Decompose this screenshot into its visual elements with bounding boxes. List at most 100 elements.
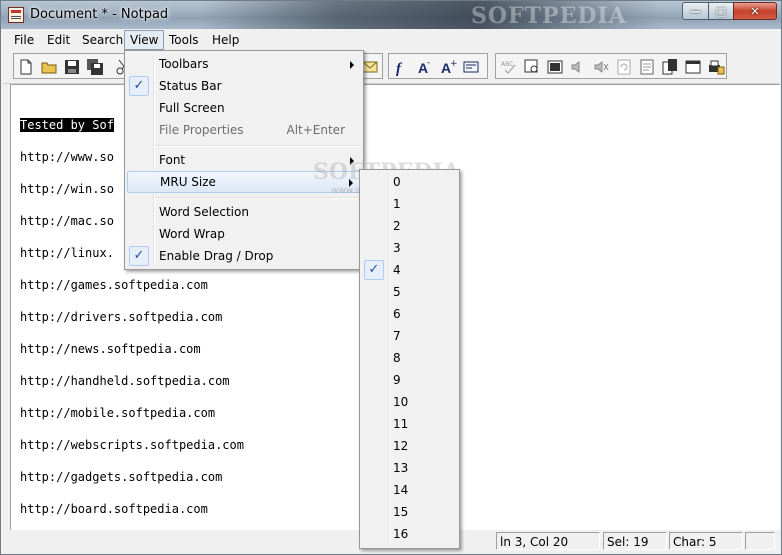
properties-button[interactable] xyxy=(637,57,657,77)
new-file-button[interactable] xyxy=(16,57,36,77)
mru-option[interactable]: 13 xyxy=(362,457,457,479)
font-f-icon: f xyxy=(396,61,403,76)
checkmark-icon: ✓ xyxy=(364,260,384,280)
speaker-button[interactable] xyxy=(568,57,588,77)
mru-option-label: 16 xyxy=(393,527,409,541)
speaker-stop-button[interactable] xyxy=(591,57,611,77)
view-file-properties-label: File Properties xyxy=(159,123,244,137)
print-button[interactable] xyxy=(706,57,726,77)
mru-option[interactable]: 11 xyxy=(362,413,457,435)
view-toolbars-label: Toolbars xyxy=(159,57,209,71)
editor-line-2[interactable]: http://www.so xyxy=(20,150,114,164)
menu-separator xyxy=(155,145,361,147)
mru-option[interactable]: 10 xyxy=(362,391,457,413)
mru-option[interactable]: 16 xyxy=(362,523,457,545)
editor-line-10[interactable]: http://mobile.softpedia.com xyxy=(20,406,215,420)
mru-option-label: 0 xyxy=(393,175,401,189)
word-wrap-button[interactable] xyxy=(461,57,481,77)
view-enable-drag-drop[interactable]: ✓ Enable Drag / Drop xyxy=(127,245,361,267)
font-button[interactable]: f xyxy=(392,57,412,77)
decrease-font-button[interactable]: A- xyxy=(415,57,435,77)
editor-line-5[interactable]: http://linux. xyxy=(20,246,114,260)
fullscreen-button[interactable] xyxy=(545,57,565,77)
mru-option-label: 2 xyxy=(393,219,401,233)
close-button[interactable]: ✕ xyxy=(733,2,777,20)
save-button[interactable] xyxy=(62,57,82,77)
editor-line-6[interactable]: http://games.softpedia.com xyxy=(20,278,208,292)
mru-option[interactable]: 8 xyxy=(362,347,457,369)
view-status-bar[interactable]: ✓ Status Bar xyxy=(127,75,361,97)
mru-option-label: 5 xyxy=(393,285,401,299)
view-word-selection-label: Word Selection xyxy=(159,205,249,219)
mru-option[interactable]: 2 xyxy=(362,215,457,237)
mru-option[interactable]: 5 xyxy=(362,281,457,303)
view-word-wrap-label: Word Wrap xyxy=(159,227,225,241)
word-wrap-icon xyxy=(463,61,479,73)
mru-option[interactable]: 3 xyxy=(362,237,457,259)
mru-option[interactable]: 9 xyxy=(362,369,457,391)
maximize-button[interactable]: □ xyxy=(708,2,734,20)
menu-view[interactable]: View xyxy=(124,30,165,50)
copy-button[interactable] xyxy=(660,57,680,77)
spellcheck-icon: ABC xyxy=(501,61,516,74)
title-bar[interactable]: SOFTPEDIA Document * - Notpad — □ ✕ xyxy=(1,1,781,29)
editor-line-1[interactable]: Tested by Sof xyxy=(20,118,114,132)
editor-line-7[interactable]: http://drivers.softpedia.com xyxy=(20,310,222,324)
window-icon xyxy=(685,60,701,74)
close-icon: ✕ xyxy=(750,4,760,18)
editor-line-3[interactable]: http://win.so xyxy=(20,182,114,196)
mru-option[interactable]: 12 xyxy=(362,435,457,457)
save-all-icon xyxy=(87,59,103,75)
mru-option[interactable]: 15 xyxy=(362,501,457,523)
find-button[interactable] xyxy=(522,57,542,77)
view-file-properties-shortcut: Alt+Enter xyxy=(286,123,345,137)
refresh-button[interactable] xyxy=(614,57,634,77)
view-file-properties: File Properties Alt+Enter xyxy=(127,119,361,141)
mru-option-label: 6 xyxy=(393,307,401,321)
menu-tools[interactable]: Tools xyxy=(164,31,204,49)
toolbar-group-tools: ABC xyxy=(495,53,727,79)
menu-bar: File Edit Search View Tools Help xyxy=(3,29,779,51)
menu-file[interactable]: File xyxy=(9,31,39,49)
open-folder-icon xyxy=(41,62,57,74)
mru-option-checked[interactable]: ✓ 4 xyxy=(362,259,457,281)
menu-edit[interactable]: Edit xyxy=(42,31,75,49)
mru-option[interactable]: 0 xyxy=(362,171,457,193)
view-full-screen[interactable]: Full Screen xyxy=(127,97,361,119)
menu-search[interactable]: Search xyxy=(77,31,128,49)
svg-text:+: + xyxy=(450,59,457,69)
spellcheck-button[interactable]: ABC xyxy=(499,57,519,77)
mru-option[interactable]: 6 xyxy=(362,303,457,325)
open-file-button[interactable] xyxy=(39,57,59,77)
caption-buttons: — □ ✕ xyxy=(682,2,777,20)
view-enable-drag-drop-label: Enable Drag / Drop xyxy=(159,249,274,263)
editor-line-9[interactable]: http://handheld.softpedia.com xyxy=(20,374,230,388)
mru-option[interactable]: 1 xyxy=(362,193,457,215)
status-selection: Sel: 19 xyxy=(603,532,667,550)
view-word-wrap[interactable]: Word Wrap xyxy=(127,223,361,245)
editor-line-13[interactable]: http://board.softpedia.com xyxy=(20,502,208,516)
editor-line-11[interactable]: http://webscripts.softpedia.com xyxy=(20,438,244,452)
mru-option-label: 10 xyxy=(393,395,409,409)
mru-option-label: 11 xyxy=(393,417,409,431)
increase-font-button[interactable]: A + xyxy=(438,57,458,77)
mru-option[interactable]: 14 xyxy=(362,479,457,501)
toolbar: f A- A + ABC xyxy=(3,51,779,84)
view-mru-size-label: MRU Size xyxy=(160,175,216,189)
mru-size-menu: 0 1 2 3 ✓ 4 5 6 7 8 9 10 11 12 13 14 15 1… xyxy=(359,169,460,549)
editor-line-12[interactable]: http://gadgets.softpedia.com xyxy=(20,470,222,484)
view-word-selection[interactable]: Word Selection xyxy=(127,201,361,223)
mru-option-label: 7 xyxy=(393,329,401,343)
mru-option-label: 14 xyxy=(393,483,409,497)
font-larger-icon: A+ xyxy=(441,59,457,76)
save-all-button[interactable] xyxy=(85,57,105,77)
menu-help[interactable]: Help xyxy=(207,31,244,49)
mru-option[interactable]: 7 xyxy=(362,325,457,347)
editor-line-8[interactable]: http://news.softpedia.com xyxy=(20,342,201,356)
editor-line-4[interactable]: http://mac.so xyxy=(20,214,114,228)
app-icon[interactable] xyxy=(8,7,24,23)
window-button[interactable] xyxy=(683,57,703,77)
minimize-button[interactable]: — xyxy=(682,2,709,20)
view-full-screen-label: Full Screen xyxy=(159,101,225,115)
view-toolbars[interactable]: Toolbars xyxy=(127,53,361,75)
